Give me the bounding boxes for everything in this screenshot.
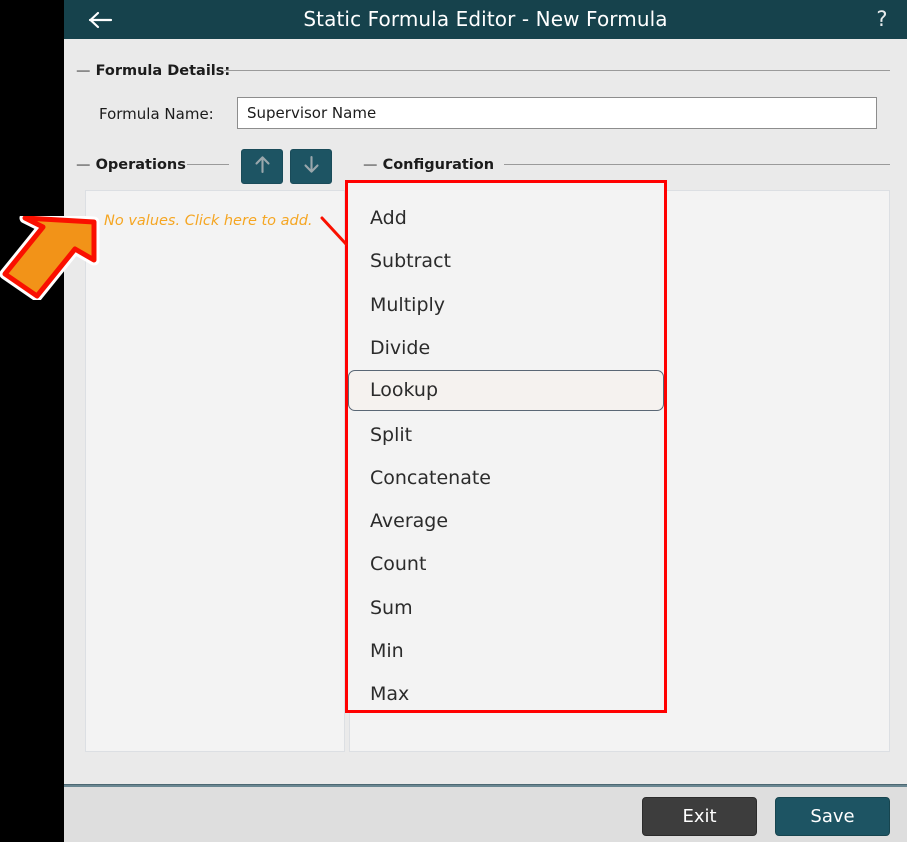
operations-divider	[187, 164, 229, 165]
dropdown-item-label: Sum	[370, 596, 413, 619]
dropdown-item-sum[interactable]: Sum	[348, 587, 664, 630]
dropdown-item-min[interactable]: Min	[348, 630, 664, 673]
dropdown-item-subtract[interactable]: Subtract	[348, 240, 664, 283]
operations-empty-message[interactable]: No values. Click here to add.	[104, 213, 313, 229]
dropdown-item-label: Add	[370, 207, 407, 229]
formula-details-divider	[224, 70, 890, 71]
dropdown-item-multiply[interactable]: Multiply	[348, 284, 664, 327]
formula-details-group-label: — Formula Details:	[76, 63, 230, 79]
footer-bar: Exit Save	[64, 787, 907, 842]
operations-list-panel[interactable]: No values. Click here to add.	[85, 190, 345, 752]
dropdown-item-label: Max	[370, 683, 410, 706]
exit-button[interactable]: Exit	[642, 797, 757, 836]
configuration-divider	[504, 164, 890, 165]
formula-name-input[interactable]	[237, 97, 877, 129]
dropdown-item-label: Min	[370, 640, 404, 662]
move-operation-up-button[interactable]	[241, 149, 283, 184]
dropdown-item-average[interactable]: Average	[348, 500, 664, 543]
back-button[interactable]	[78, 0, 124, 39]
dropdown-item-lookup[interactable]: Lookup	[348, 370, 664, 412]
configuration-title: Configuration	[382, 157, 495, 173]
move-operation-down-button[interactable]	[290, 149, 332, 184]
operations-title: Operations	[95, 157, 186, 173]
formula-name-label: Formula Name:	[99, 105, 214, 123]
operation-type-dropdown[interactable]: Add Subtract Multiply Divide Lookup Split Conc…	[345, 180, 667, 713]
window-title: Static Formula Editor - New Formula	[303, 7, 668, 31]
dropdown-item-label: Count	[370, 553, 427, 576]
window-body: — Formula Details: Formula Name: — Opera…	[64, 39, 907, 784]
dropdown-item-label: Average	[370, 510, 449, 533]
screenshot-root: Static Formula Editor - New Formula ? — …	[0, 0, 907, 842]
save-button[interactable]: Save	[775, 797, 890, 836]
configuration-group-label: — Configuration	[363, 157, 494, 173]
group-dash-icon: —	[363, 157, 378, 173]
dropdown-item-label: Concatenate	[370, 466, 491, 489]
title-bar: Static Formula Editor - New Formula ?	[64, 0, 907, 39]
back-arrow-icon	[88, 10, 114, 30]
arrow-down-icon	[303, 155, 320, 178]
group-dash-icon: —	[76, 63, 91, 79]
dropdown-item-count[interactable]: Count	[348, 543, 664, 586]
help-button[interactable]: ?	[865, 0, 899, 39]
group-dash-left-icon: —	[76, 157, 91, 173]
dropdown-item-label: Divide	[370, 336, 431, 359]
dropdown-item-add[interactable]: Add	[348, 197, 664, 240]
arrow-up-icon	[254, 155, 271, 178]
formula-details-title: Formula Details:	[95, 63, 231, 79]
dropdown-item-label: Subtract	[370, 250, 451, 273]
dropdown-item-label: Multiply	[370, 293, 446, 316]
dropdown-item-label: Split	[370, 423, 413, 446]
dropdown-item-label: Lookup	[370, 379, 439, 402]
dropdown-item-concatenate[interactable]: Concatenate	[348, 457, 664, 500]
formula-editor-window: Static Formula Editor - New Formula ? — …	[64, 0, 907, 842]
dropdown-item-divide[interactable]: Divide	[348, 327, 664, 370]
dropdown-item-max[interactable]: Max	[348, 673, 664, 716]
operations-group-label: — Operations	[76, 157, 186, 173]
dropdown-item-split[interactable]: Split	[348, 414, 664, 457]
